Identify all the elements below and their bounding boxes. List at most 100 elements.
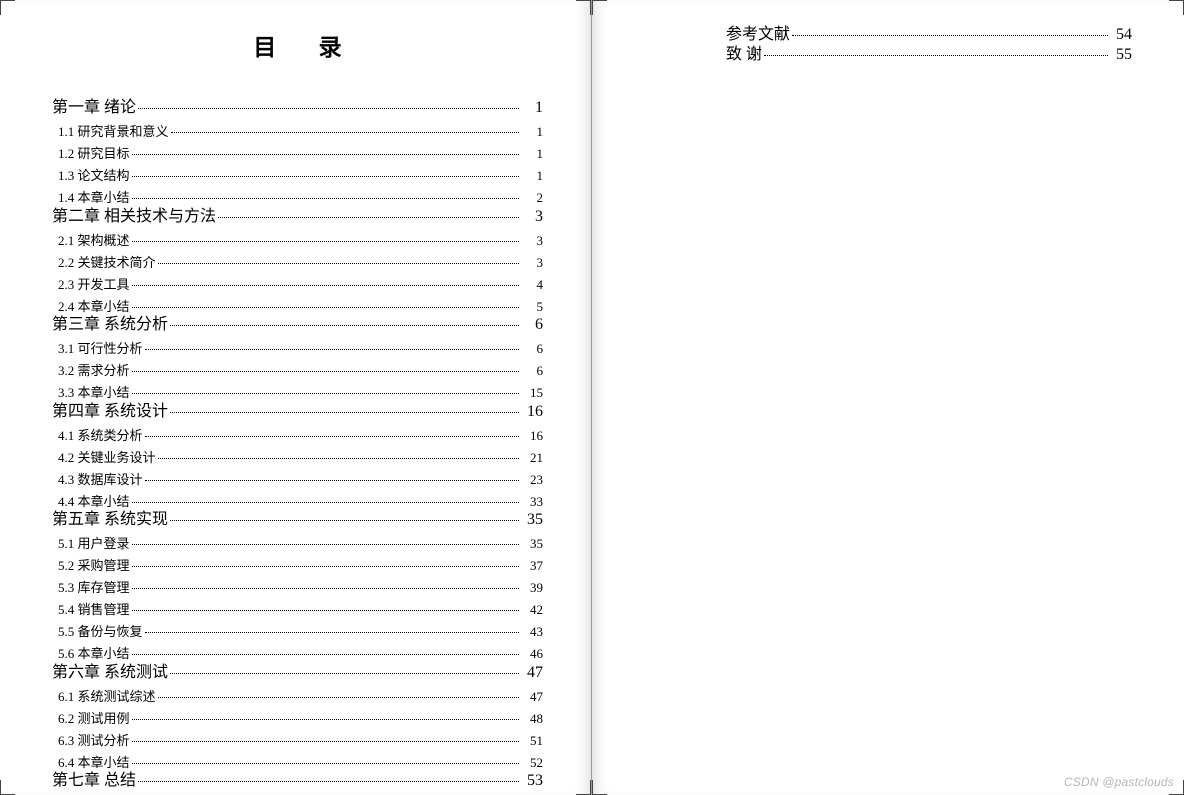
toc-entry-label: 2.3 开发工具	[58, 278, 130, 291]
toc-leader-dots	[132, 566, 519, 567]
toc-entry: 2.4 本章小结5	[52, 300, 543, 313]
toc-entry: 2.2 关键技术简介3	[52, 256, 543, 269]
page-right: 参考文献54致 谢55	[592, 0, 1184, 795]
toc-entry-page: 46	[521, 647, 543, 660]
toc-leader-dots	[132, 719, 519, 720]
toc-entry-page: 52	[521, 756, 543, 769]
toc-entry-page: 16	[521, 429, 543, 442]
toc-entry-label: 1.1 研究背景和意义	[58, 125, 169, 138]
toc-list-left: 第一章 绪论11.1 研究背景和意义11.2 研究目标11.3 论文结构11.4…	[52, 100, 543, 789]
toc-entry-label: 6.1 系统测试综述	[58, 690, 156, 703]
toc-entry-page: 3	[521, 256, 543, 269]
toc-entry-label: 5.4 销售管理	[58, 603, 130, 616]
toc-entry: 5.2 采购管理 37	[52, 559, 543, 572]
toc-entry-label: 2.1 架构概述	[58, 234, 130, 247]
toc-entry: 2.1 架构概述 3	[52, 234, 543, 247]
toc-leader-dots	[170, 520, 519, 521]
toc-entry-page: 43	[521, 625, 543, 638]
toc-entry: 5.6 本章小结46	[52, 647, 543, 660]
toc-entry: 3.3 本章小结15	[52, 386, 543, 399]
toc-leader-dots	[132, 654, 519, 655]
toc-entry: 4.2 关键业务设计 21	[52, 451, 543, 464]
toc-leader-dots	[171, 132, 519, 133]
toc-leader-dots	[132, 610, 519, 611]
toc-entry-label: 2.4 本章小结	[58, 300, 130, 313]
toc-entry-page: 51	[521, 734, 543, 747]
toc-entry-label: 4.1 系统类分析	[58, 429, 143, 442]
toc-entry-label: 1.3 论文结构	[58, 169, 130, 182]
toc-entry-page: 3	[521, 234, 543, 247]
crop-mark	[1169, 0, 1184, 15]
toc-entry-page: 47	[521, 665, 543, 681]
toc-entry-label: 4.2 关键业务设计	[58, 451, 156, 464]
toc-entry: 第六章 系统测试 47	[52, 665, 543, 681]
toc-entry-page: 37	[521, 559, 543, 572]
toc-leader-dots	[138, 781, 519, 782]
toc-entry: 5.1 用户登录35	[52, 537, 543, 550]
toc-entry: 6.2 测试用例 48	[52, 712, 543, 725]
toc-entry-page: 2	[521, 191, 543, 204]
toc-entry: 1.1 研究背景和意义 1	[52, 125, 543, 138]
toc-entry-label: 6.3 测试分析	[58, 734, 130, 747]
toc-leader-dots	[145, 480, 519, 481]
toc-entry-label: 第七章 总结	[52, 773, 136, 789]
toc-entry-page: 1	[521, 125, 543, 138]
toc-leader-dots	[792, 35, 1108, 36]
toc-entry-page: 47	[521, 690, 543, 703]
toc-entry-page: 1	[521, 100, 543, 116]
toc-entry-page: 35	[521, 512, 543, 528]
toc-entry-page: 1	[521, 147, 543, 160]
toc-leader-dots	[158, 263, 519, 264]
toc-leader-dots	[145, 349, 519, 350]
toc-entry: 第七章 总结53	[52, 773, 543, 789]
toc-title: 目 录	[70, 28, 543, 62]
toc-entry-page: 3	[521, 209, 543, 225]
toc-leader-dots	[132, 198, 519, 199]
toc-entry-label: 第二章 相关技术与方法	[52, 209, 216, 225]
toc-leader-dots	[170, 325, 519, 326]
toc-leader-dots	[764, 55, 1108, 56]
toc-entry-label: 5.5 备份与恢复	[58, 625, 143, 638]
toc-entry-label: 4.4 本章小结	[58, 495, 130, 508]
crop-mark	[592, 0, 607, 15]
toc-entry-page: 6	[521, 364, 543, 377]
toc-entry-page: 21	[521, 451, 543, 464]
toc-entry: 4.1 系统类分析 16	[52, 429, 543, 442]
toc-entry: 5.5 备份与恢复 43	[52, 625, 543, 638]
toc-entry: 第二章 相关技术与方法 3	[52, 209, 543, 225]
toc-entry-label: 第六章 系统测试	[52, 665, 168, 681]
toc-entry-label: 参考文献	[726, 27, 790, 43]
toc-leader-dots	[132, 763, 519, 764]
crop-mark	[0, 0, 15, 15]
toc-leader-dots	[145, 436, 519, 437]
toc-entry-page: 6	[521, 317, 543, 333]
toc-leader-dots	[132, 241, 519, 242]
toc-entry: 第一章 绪论1	[52, 100, 543, 116]
toc-entry-label: 6.4 本章小结	[58, 756, 130, 769]
toc-entry-label: 5.2 采购管理	[58, 559, 130, 572]
toc-entry-label: 3.3 本章小结	[58, 386, 130, 399]
toc-leader-dots	[132, 544, 519, 545]
toc-entry-label: 3.1 可行性分析	[58, 342, 143, 355]
document-spread: 目 录 第一章 绪论11.1 研究背景和意义11.2 研究目标11.3 论文结构…	[0, 0, 1184, 795]
crop-mark	[0, 780, 15, 795]
toc-entry-label: 5.1 用户登录	[58, 537, 130, 550]
toc-entry: 6.4 本章小结 52	[52, 756, 543, 769]
toc-entry-page: 48	[521, 712, 543, 725]
crop-mark	[576, 780, 591, 795]
toc-leader-dots	[218, 217, 519, 218]
toc-entry: 2.3 开发工具4	[52, 278, 543, 291]
toc-leader-dots	[132, 371, 519, 372]
toc-entry: 3.2 需求分析6	[52, 364, 543, 377]
toc-entry: 5.3 库存管理39	[52, 581, 543, 594]
toc-entry-label: 6.2 测试用例	[58, 712, 130, 725]
toc-entry: 1.2 研究目标1	[52, 147, 543, 160]
toc-entry-page: 6	[521, 342, 543, 355]
watermark: CSDN @pastclouds	[1064, 775, 1174, 789]
toc-entry-label: 5.3 库存管理	[58, 581, 130, 594]
toc-entry-page: 54	[1110, 27, 1132, 43]
toc-entry-page: 55	[1110, 47, 1132, 63]
toc-entry-page: 33	[521, 495, 543, 508]
toc-entry-page: 23	[521, 473, 543, 486]
toc-entry-label: 第四章 系统设计	[52, 404, 168, 420]
